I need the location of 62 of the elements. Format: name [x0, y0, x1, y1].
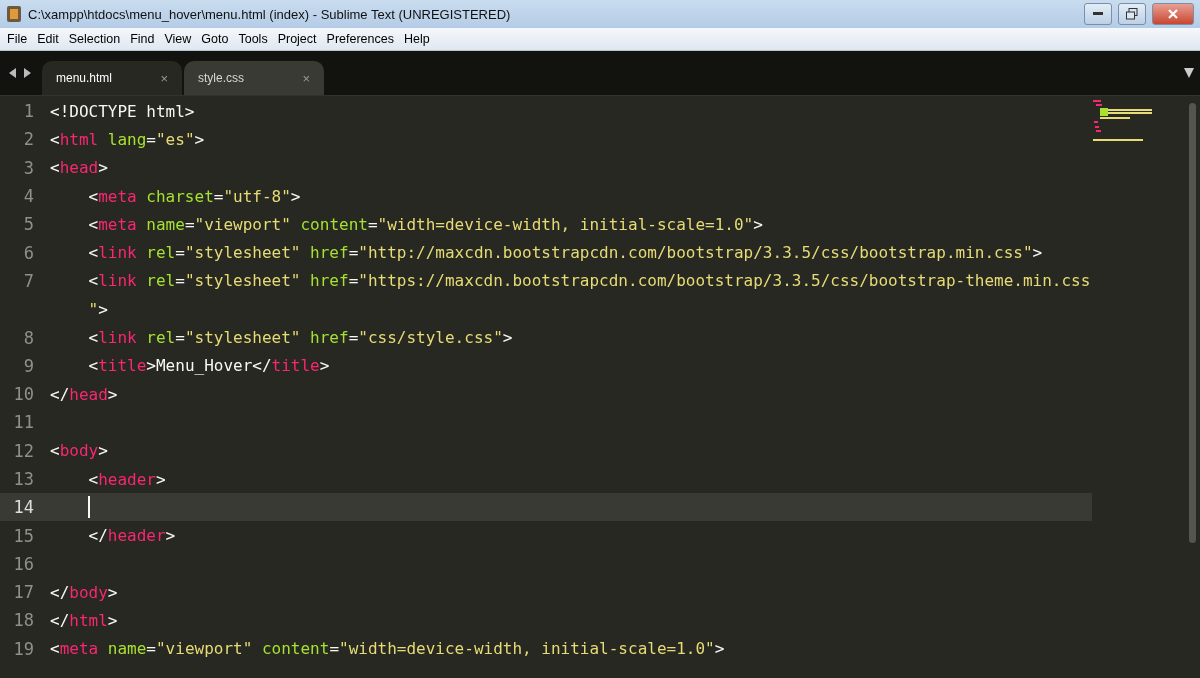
line-number: 16	[12, 553, 35, 574]
code-line: <link rel="stylesheet" href="https://maxcdn.bootstrapcdn.com/bootstrap/3.3.5/css/bootstrap-theme.min.css	[87, 271, 1091, 291]
menu-item[interactable]: Goto	[196, 32, 234, 46]
code-line: <meta charset="utf-8">	[87, 186, 301, 206]
line-number: 5	[22, 214, 35, 235]
line-number: 10	[12, 384, 35, 405]
minimize-icon	[1093, 12, 1103, 16]
line-number: 14	[12, 497, 35, 518]
dropdown-icon[interactable]	[1184, 67, 1194, 79]
line-number: 15	[12, 525, 35, 546]
tab-navigation-arrows-icon[interactable]	[8, 67, 32, 79]
window-title: C:\xampp\htdocs\menu_hover\menu.html (index) - Sublime Text (UNREGISTERED)	[28, 6, 512, 22]
file-tab[interactable]: menu.html ×	[42, 61, 182, 95]
text-cursor	[88, 496, 90, 519]
line-number: 13	[12, 469, 35, 489]
menu-item[interactable]: File	[2, 32, 33, 46]
menu-item[interactable]: Find	[125, 32, 160, 46]
code-line: </html>	[50, 611, 118, 630]
menu-item[interactable]: View	[159, 32, 197, 46]
menu-item[interactable]: Project	[272, 32, 322, 46]
tab-close-button[interactable]: ×	[302, 70, 310, 86]
restore-button[interactable]	[1118, 3, 1146, 25]
code-line: <meta name="viewport" content="width=device-width, initial-scale=1.0">	[87, 214, 763, 234]
line-number: 18	[12, 610, 35, 631]
code-line: </body>	[50, 582, 118, 602]
close-button[interactable]	[1152, 3, 1194, 25]
code-line: </header>	[87, 526, 176, 546]
line-number: 6	[22, 242, 35, 263]
code-line: </head>	[50, 384, 118, 404]
code-line: <header>	[87, 469, 166, 489]
line-number: 4	[22, 186, 35, 207]
menu-item[interactable]: Help	[398, 32, 435, 46]
code-line: <!DOCTYPE html>	[50, 101, 195, 121]
line-number: 3	[22, 157, 35, 178]
file-tab[interactable]: style.css ×	[184, 61, 324, 95]
line-number: 12	[12, 440, 35, 461]
line-number: 1	[22, 101, 35, 122]
line-number: 8	[22, 327, 35, 348]
line-number: 19	[12, 638, 35, 659]
code-line: <link rel="stylesheet" href="http://maxcdn.bootstrapcdn.com/bootstrap/3.3.5/css/bootstrap.min.css">	[87, 243, 1043, 263]
menu-item[interactable]: Preferences	[321, 32, 399, 46]
menu-item[interactable]: Tools	[233, 32, 273, 46]
code-line: <link rel="stylesheet" href="css/style.css">	[87, 328, 513, 347]
line-number: 11	[12, 412, 35, 433]
restore-icon	[1126, 8, 1138, 20]
code-line: <meta name="viewport" content="width=device-width, initial-scale=1.0">	[50, 639, 725, 659]
line-number: 7	[22, 270, 35, 291]
tab-close-button[interactable]: ×	[160, 70, 168, 86]
code-line: <body>	[50, 441, 108, 461]
line-number: 2	[22, 129, 35, 150]
code-line: ">	[87, 299, 108, 319]
app-icon	[6, 5, 22, 23]
code-line: <html lang="es">	[50, 129, 205, 149]
line-number: 17	[12, 582, 35, 603]
scrollbar[interactable]	[1189, 103, 1196, 543]
minimize-button[interactable]	[1084, 3, 1112, 25]
code-line: <head>	[50, 158, 108, 178]
code-line: <title>Menu_Hover</title>	[87, 356, 330, 376]
menu-item[interactable]: Edit	[32, 32, 64, 46]
menu-item[interactable]: Selection	[63, 32, 126, 46]
close-icon	[1168, 9, 1178, 19]
line-number: 9	[22, 355, 35, 376]
